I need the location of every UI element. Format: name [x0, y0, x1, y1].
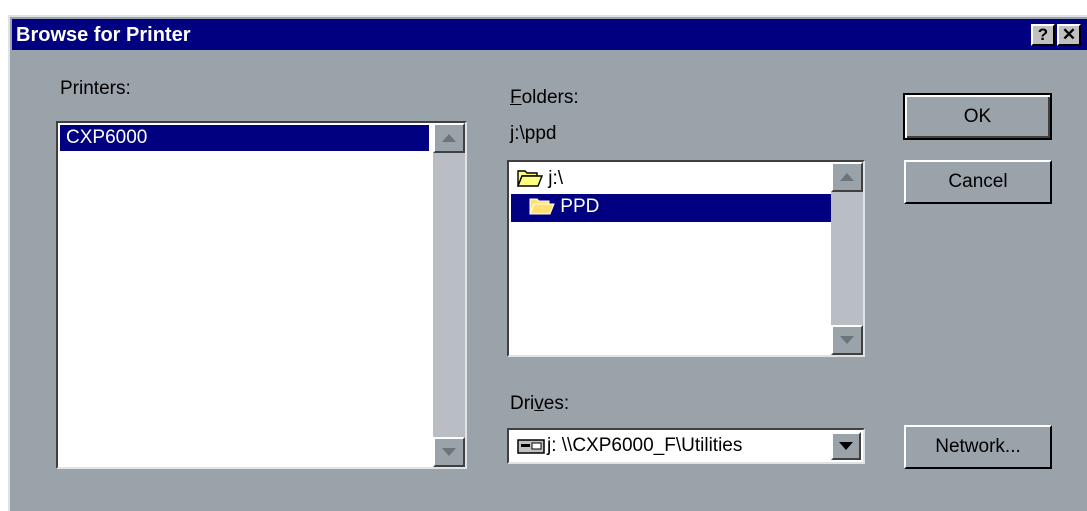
help-button[interactable]: ?: [1031, 24, 1055, 46]
folders-scrollbar[interactable]: [831, 162, 863, 355]
tree-item-root[interactable]: j:\: [516, 166, 563, 192]
scroll-up-button[interactable]: [433, 123, 465, 153]
folders-label: Folders:: [510, 87, 579, 108]
browse-for-printer-dialog: Browse for Printer ? ✕ Printers: CXP6000…: [8, 15, 1087, 511]
close-button[interactable]: ✕: [1057, 24, 1081, 46]
open-folder-icon: [529, 198, 555, 215]
drives-combobox[interactable]: j: \\CXP6000_F\Utilities: [507, 428, 865, 464]
arrow-up-icon: [442, 134, 456, 142]
close-icon: ✕: [1061, 25, 1077, 44]
cancel-button[interactable]: Cancel: [904, 160, 1052, 204]
printers-list[interactable]: CXP6000: [56, 121, 467, 469]
list-item[interactable]: CXP6000: [60, 125, 429, 151]
arrow-down-icon: [840, 336, 854, 344]
drives-selected-value: j: \\CXP6000_F\Utilities: [547, 435, 743, 456]
drives-dropdown-button[interactable]: [831, 432, 861, 460]
ok-button[interactable]: OK: [903, 93, 1052, 140]
arrow-up-icon: [840, 173, 854, 181]
current-folder-path: j:\ppd: [510, 123, 557, 144]
network-drive-icon: [517, 439, 545, 454]
title-bar[interactable]: Browse for Printer ? ✕: [12, 19, 1087, 50]
chevron-down-icon: [839, 442, 853, 450]
scroll-up-button[interactable]: [831, 162, 863, 192]
scroll-down-button[interactable]: [831, 325, 863, 355]
help-icon: ?: [1037, 25, 1049, 44]
network-button[interactable]: Network...: [904, 425, 1052, 469]
window-title: Browse for Printer: [16, 24, 191, 46]
printers-scrollbar[interactable]: [433, 123, 465, 467]
scroll-down-button[interactable]: [433, 437, 465, 467]
printer-name: CXP6000: [66, 127, 148, 148]
drives-label: Drives:: [510, 393, 570, 414]
tree-item-ppd[interactable]: PPD: [511, 194, 831, 222]
folders-tree[interactable]: j:\ PPD: [507, 160, 865, 357]
arrow-down-icon: [442, 448, 456, 456]
open-folder-icon: [516, 170, 544, 187]
printers-label: Printers:: [60, 78, 131, 99]
